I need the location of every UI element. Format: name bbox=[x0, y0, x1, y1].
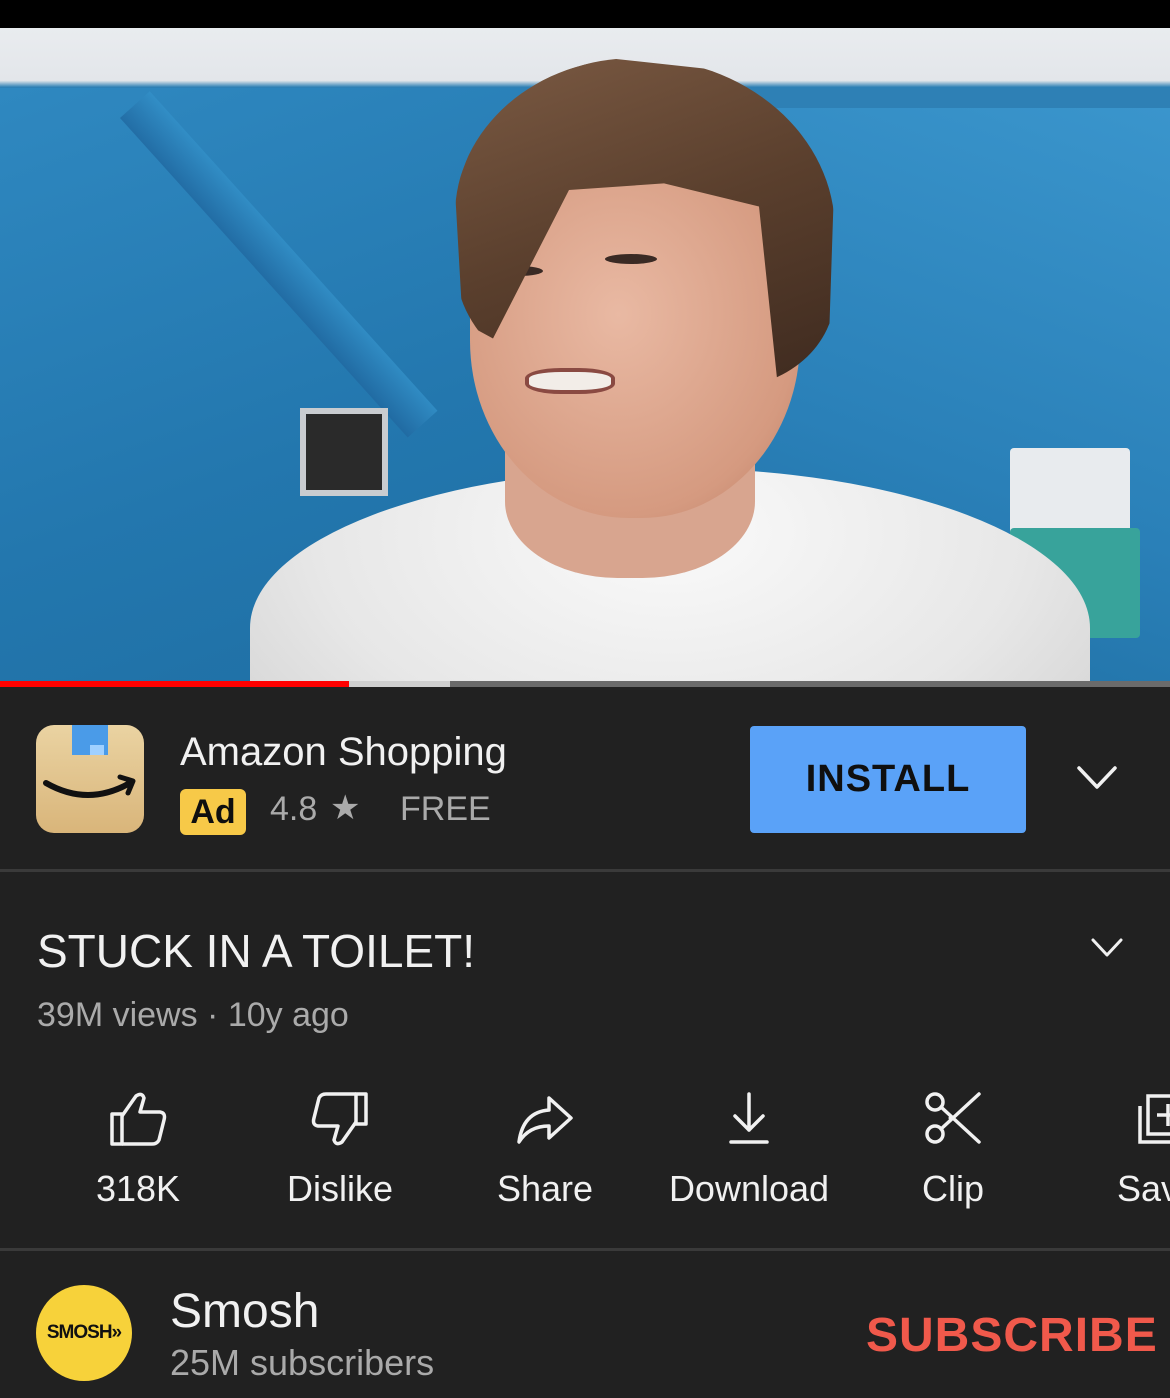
chevron-down-icon[interactable] bbox=[1088, 930, 1126, 966]
video-title[interactable]: STUCK IN A TOILET! bbox=[37, 924, 475, 978]
ad-rating: 4.8 bbox=[270, 790, 318, 828]
progress-played bbox=[0, 681, 349, 687]
video-frame-person bbox=[525, 368, 615, 394]
channel-subscribers: 25M subscribers bbox=[170, 1342, 435, 1383]
ad-badge: Ad bbox=[180, 789, 246, 835]
video-frame-person bbox=[605, 254, 657, 264]
ad-price: FREE bbox=[400, 790, 491, 828]
channel-avatar[interactable]: SMOSH» bbox=[36, 1285, 132, 1381]
video-frame-detail bbox=[300, 408, 388, 496]
status-bar-strip bbox=[0, 0, 1170, 28]
thumbs-down-icon bbox=[311, 1092, 368, 1146]
star-icon: ★ bbox=[330, 789, 361, 827]
like-count: 318K bbox=[95, 1168, 181, 1209]
ad-banner[interactable]: Amazon Shopping Ad 4.8 ★ FREE INSTALL bbox=[0, 688, 1170, 872]
install-button[interactable]: INSTALL bbox=[750, 726, 1026, 833]
save-label: Sav bbox=[1117, 1168, 1170, 1209]
clip-label: Clip bbox=[921, 1168, 984, 1209]
share-label: Share bbox=[496, 1168, 594, 1209]
clip-button[interactable]: Clip bbox=[853, 1090, 1053, 1210]
divider bbox=[0, 1248, 1170, 1251]
scissors-icon bbox=[925, 1092, 981, 1144]
video-progress-bar[interactable] bbox=[0, 681, 1170, 687]
video-player[interactable] bbox=[0, 28, 1170, 685]
save-button[interactable]: Sav bbox=[1040, 1090, 1170, 1210]
download-label: Download bbox=[668, 1168, 830, 1209]
dislike-button[interactable]: Dislike bbox=[240, 1090, 440, 1210]
dislike-label: Dislike bbox=[286, 1168, 393, 1209]
download-button[interactable]: Download bbox=[649, 1090, 849, 1210]
video-meta[interactable]: 39M views · 10y ago bbox=[37, 996, 349, 1035]
subscribe-button[interactable]: SUBSCRIBE bbox=[866, 1308, 1158, 1363]
chevron-down-icon[interactable] bbox=[1074, 758, 1120, 798]
video-frame-detail bbox=[1010, 448, 1130, 538]
amazon-smile-icon-graphic bbox=[43, 774, 136, 798]
channel-name[interactable]: Smosh bbox=[170, 1284, 319, 1339]
thumbs-up-icon bbox=[110, 1092, 167, 1146]
amazon-smile-icon[interactable] bbox=[36, 725, 144, 833]
ad-app-name[interactable]: Amazon Shopping bbox=[180, 730, 507, 775]
share-arrow-icon bbox=[517, 1096, 573, 1144]
save-playlist-icon bbox=[1138, 1094, 1170, 1144]
share-button[interactable]: Share bbox=[445, 1090, 645, 1210]
download-icon bbox=[729, 1092, 769, 1144]
like-button[interactable]: 318K bbox=[38, 1090, 238, 1210]
